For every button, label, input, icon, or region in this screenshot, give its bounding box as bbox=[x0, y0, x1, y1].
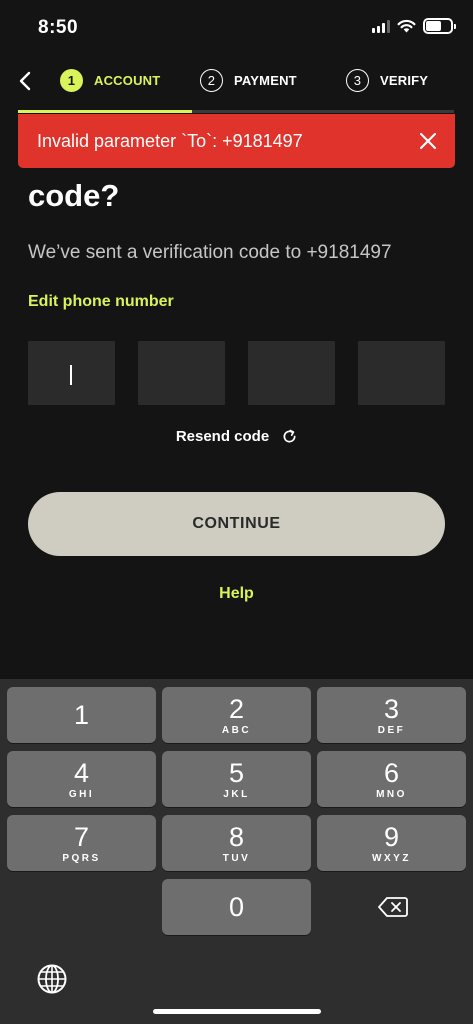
key-4[interactable]: 4 GHI bbox=[7, 751, 156, 807]
text-cursor bbox=[70, 365, 72, 385]
key-digit: 5 bbox=[228, 757, 245, 788]
key-digit: 7 bbox=[73, 821, 90, 852]
error-message: Invalid parameter `To`: +9181497 bbox=[37, 130, 303, 151]
key-5[interactable]: 5 JKL bbox=[162, 751, 311, 807]
otp-input-2[interactable] bbox=[138, 341, 225, 405]
key-1[interactable]: 1 bbox=[7, 687, 156, 743]
otp-digit-1[interactable] bbox=[28, 341, 115, 405]
backspace-icon bbox=[377, 897, 408, 917]
status-icons bbox=[372, 18, 456, 34]
step-label: VERIFY bbox=[380, 73, 429, 88]
status-bar: 8:50 bbox=[0, 0, 473, 56]
key-9[interactable]: 9 WXYZ bbox=[317, 815, 466, 871]
step-number: 3 bbox=[346, 69, 369, 92]
step-progress-fill bbox=[18, 110, 193, 113]
numeric-keyboard: 1 2 ABC 3 DEF 4 GHI 5 JKL 6 MNO 7 PQRS 8… bbox=[0, 679, 473, 1024]
verification-subtitle: We’ve sent a verification code to +91814… bbox=[28, 242, 392, 263]
otp-input-3[interactable] bbox=[248, 341, 335, 405]
key-letters: MNO bbox=[376, 788, 407, 800]
key-digit: 6 bbox=[383, 757, 400, 788]
resend-code-button[interactable]: Resend code bbox=[0, 428, 473, 445]
key-digit: 1 bbox=[73, 700, 90, 730]
otp-digit-3[interactable] bbox=[248, 341, 335, 405]
step-label: ACCOUNT bbox=[94, 73, 161, 88]
key-letters: PQRS bbox=[62, 852, 101, 864]
key-letters: GHI bbox=[68, 788, 95, 800]
globe-icon[interactable] bbox=[36, 963, 68, 995]
close-icon[interactable] bbox=[417, 130, 439, 152]
key-6[interactable]: 6 MNO bbox=[317, 751, 466, 807]
resend-code-label: Resend code bbox=[175, 428, 270, 445]
help-link[interactable]: Help bbox=[0, 585, 473, 603]
step-number: 2 bbox=[200, 69, 223, 92]
key-digit: 4 bbox=[73, 757, 90, 788]
key-digit: 0 bbox=[228, 892, 245, 922]
key-letters: TUV bbox=[222, 852, 251, 864]
battery-icon bbox=[423, 18, 456, 34]
key-letters: DEF bbox=[377, 724, 406, 736]
wifi-icon bbox=[397, 19, 416, 33]
key-3[interactable]: 3 DEF bbox=[317, 687, 466, 743]
status-time: 8:50 bbox=[38, 17, 79, 38]
step-verify[interactable]: 3 VERIFY bbox=[346, 69, 428, 92]
signup-stepper: 1 ACCOUNT 2 PAYMENT 3 VERIFY bbox=[0, 60, 473, 114]
key-letters: ABC bbox=[221, 724, 252, 736]
continue-button[interactable]: CONTINUE bbox=[28, 492, 445, 556]
step-progress-bar bbox=[18, 110, 454, 113]
step-payment[interactable]: 2 PAYMENT bbox=[200, 69, 297, 92]
key-digit: 8 bbox=[228, 821, 245, 852]
otp-input-4[interactable] bbox=[358, 341, 445, 405]
otp-digit-2[interactable] bbox=[138, 341, 225, 405]
key-digit: 3 bbox=[383, 693, 400, 724]
step-label: PAYMENT bbox=[234, 73, 297, 88]
chevron-left-icon bbox=[19, 71, 31, 91]
key-8[interactable]: 8 TUV bbox=[162, 815, 311, 871]
key-letters: JKL bbox=[223, 788, 250, 800]
cellular-signal-icon bbox=[372, 19, 390, 33]
key-letters: WXYZ bbox=[372, 852, 411, 864]
step-number: 1 bbox=[60, 69, 83, 92]
refresh-icon bbox=[283, 429, 296, 443]
page-title: code? bbox=[28, 178, 120, 213]
home-indicator bbox=[153, 1009, 321, 1014]
back-button[interactable] bbox=[12, 64, 38, 98]
error-toast: Invalid parameter `To`: +9181497 bbox=[18, 114, 455, 168]
key-digit: 2 bbox=[228, 693, 245, 724]
otp-digit-4[interactable] bbox=[358, 341, 445, 405]
key-2[interactable]: 2 ABC bbox=[162, 687, 311, 743]
key-digit: 9 bbox=[383, 821, 400, 852]
key-7[interactable]: 7 PQRS bbox=[7, 815, 156, 871]
delete-key[interactable] bbox=[318, 881, 467, 933]
edit-phone-number-link[interactable]: Edit phone number bbox=[28, 293, 174, 311]
step-account[interactable]: 1 ACCOUNT bbox=[60, 69, 160, 92]
key-0[interactable]: 0 bbox=[162, 879, 311, 935]
